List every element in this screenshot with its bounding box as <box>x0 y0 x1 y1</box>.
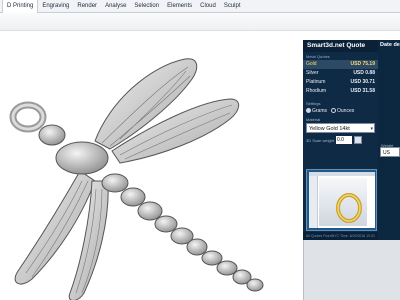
menu-sculpt[interactable]: Sculpt <box>220 0 245 13</box>
preview-sidebar <box>309 176 318 228</box>
unit-radio-group: Grams Ounces <box>306 106 375 115</box>
metal-row-rhodium[interactable]: Rhodium USD 31.58 <box>303 87 378 96</box>
ring-icon <box>336 193 362 223</box>
menu-render[interactable]: Render <box>73 0 101 13</box>
date-label: Date de <box>380 42 400 48</box>
menu-selection[interactable]: Selection <box>130 0 163 13</box>
secondary-panel: Date de Weight US <box>378 40 400 240</box>
pendant-bail <box>9 101 47 133</box>
metal-price: USD 75.19 <box>350 61 375 67</box>
quote-footer: All Quotes Fixed NYC Time: 8/29/2016 10:… <box>303 232 378 240</box>
metal-name: Rhodium <box>306 88 327 94</box>
metal-name: Gold <box>306 61 317 67</box>
3d-viewport[interactable] <box>0 31 303 300</box>
ounces-radio[interactable]: Ounces <box>331 108 354 114</box>
weight-unit-select[interactable] <box>354 136 363 144</box>
preview-viewport <box>319 178 367 226</box>
metal-price: USD 0.88 <box>353 70 375 76</box>
weight-input[interactable]: 0.0 <box>336 136 353 144</box>
footer-left: All Quotes Fixed <box>306 234 332 238</box>
weight-label: 3D Scan weight <box>306 137 335 143</box>
material-select[interactable]: Yellow Gold 14kt ▾ <box>306 123 375 133</box>
menu-elements[interactable]: Elements <box>163 0 196 13</box>
settings-label: Settings <box>306 101 321 106</box>
quote-panel: Smart3d.net Quote Metal Quotes Gold USD … <box>303 40 378 240</box>
metal-quotes-label: Metal Quotes <box>306 54 330 59</box>
preview-toolbar <box>309 172 375 176</box>
material-value: Yellow Gold 14kt <box>309 126 350 132</box>
radio-empty-icon <box>331 107 336 113</box>
metal-price: USD 30.71 <box>350 79 375 85</box>
settings-section: Settings Grams Ounces Material Yellow Go… <box>303 99 378 144</box>
dragonfly-thorax <box>55 141 109 175</box>
menu-3d-printing[interactable]: D Printing <box>2 0 39 13</box>
metal-row-silver[interactable]: Silver USD 0.88 <box>303 69 378 78</box>
metal-price: USD 31.58 <box>350 88 375 94</box>
ribbon-toolbar <box>0 13 400 31</box>
menu-analyse[interactable]: Analyse <box>101 0 130 13</box>
material-label: Material <box>306 117 321 122</box>
preview-thumbnail[interactable] <box>306 169 377 231</box>
metal-name: Platinum <box>306 79 326 85</box>
chevron-down-icon: ▾ <box>370 126 373 132</box>
currency-select[interactable]: US <box>380 147 400 157</box>
dragonfly-abdomen <box>101 173 264 292</box>
weight-row: 3D Scan weight 0.0 <box>306 136 375 144</box>
quote-title: Smart3d.net Quote <box>303 40 378 52</box>
app-window: D Printing Engraving Render Analyse Sele… <box>0 0 400 300</box>
footer-right: NYC Time: 8/29/2016 10:31 <box>331 234 375 238</box>
menu-cloud[interactable]: Cloud <box>196 0 220 13</box>
preview-screen <box>309 172 375 228</box>
dragonfly-model <box>9 58 264 300</box>
dragonfly-head <box>38 124 66 146</box>
metal-row-gold[interactable]: Gold USD 75.19 <box>303 60 378 69</box>
grams-radio[interactable]: Grams <box>306 108 327 114</box>
menu-engraving[interactable]: Engraving <box>38 0 73 13</box>
radio-selected-icon <box>306 107 311 113</box>
metal-name: Silver <box>306 70 319 76</box>
menu-bar: D Printing Engraving Render Analyse Sele… <box>0 0 400 13</box>
metal-row-platinum[interactable]: Platinum USD 30.71 <box>303 78 378 87</box>
